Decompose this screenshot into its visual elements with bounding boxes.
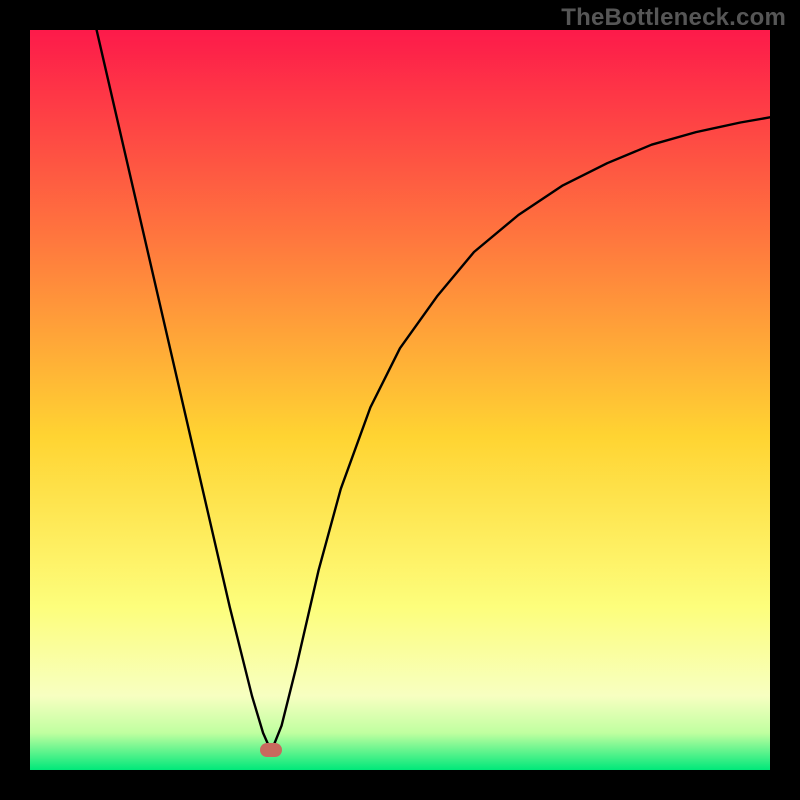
minimum-marker bbox=[260, 743, 282, 757]
plot-area bbox=[30, 30, 770, 770]
curve-line bbox=[30, 30, 770, 770]
watermark-text: TheBottleneck.com bbox=[561, 4, 786, 32]
chart-frame: TheBottleneck.com bbox=[0, 0, 800, 800]
